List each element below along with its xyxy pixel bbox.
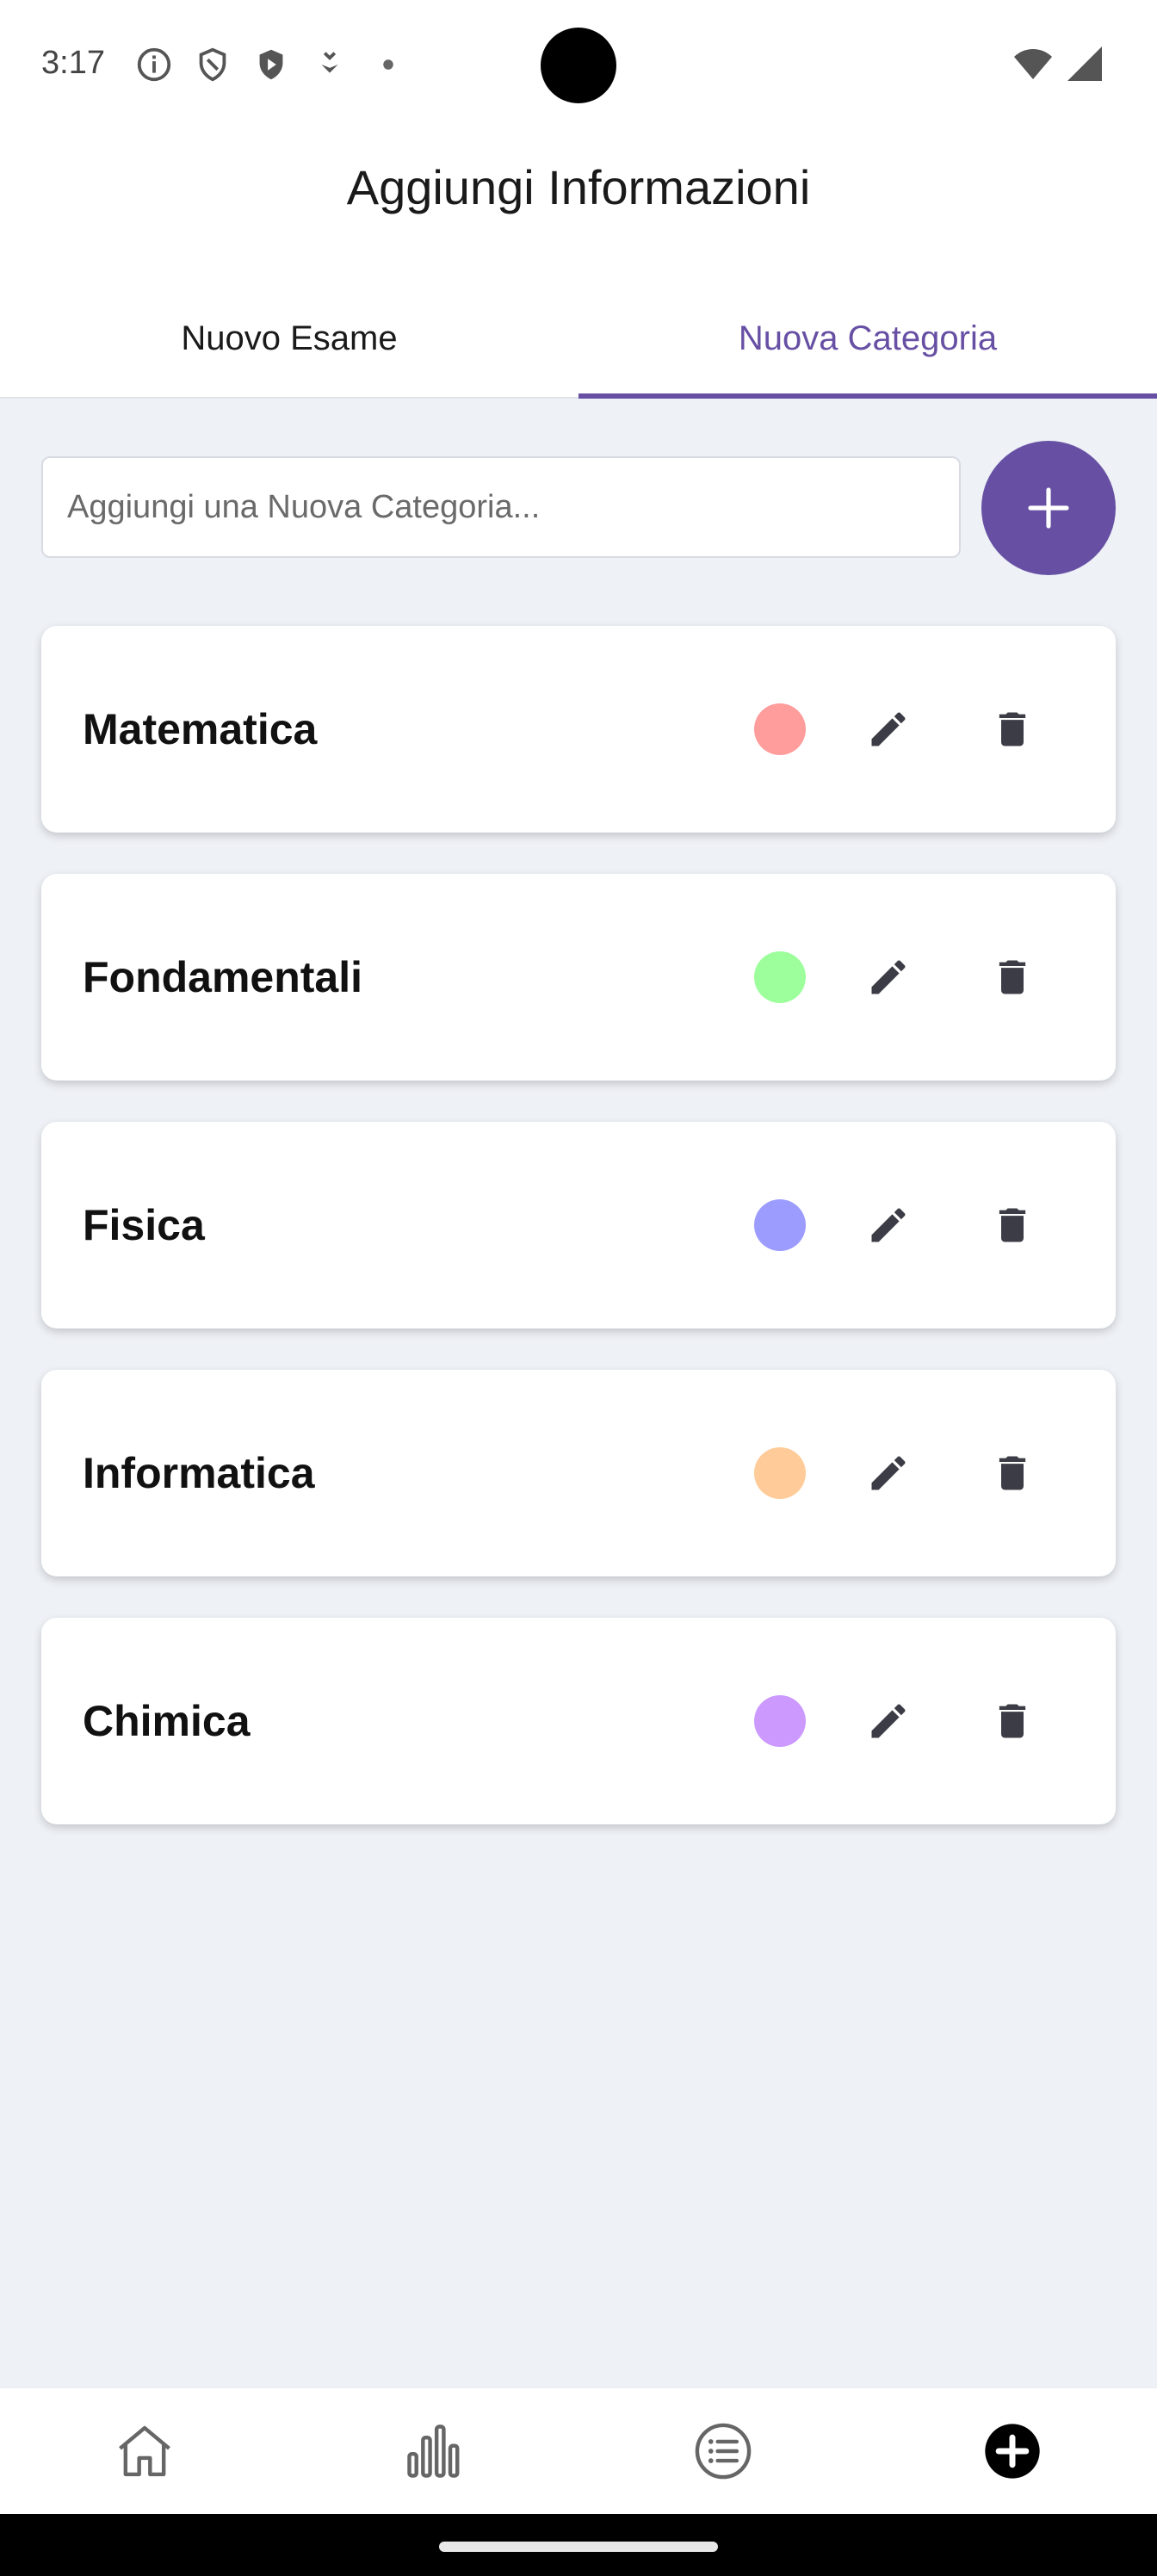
download-icon <box>321 52 338 73</box>
pencil-icon <box>871 960 906 994</box>
trash-icon <box>999 712 1026 746</box>
info-icon <box>137 47 171 82</box>
category-name: Fondamentali <box>83 953 363 1001</box>
trash-icon <box>999 1208 1026 1242</box>
category-card: Chimica <box>41 1618 1116 1824</box>
category-card: Informatica <box>41 1370 1116 1576</box>
tab-nuovo-esame[interactable]: Nuovo Esame <box>0 280 578 397</box>
trash-icon <box>999 1456 1026 1490</box>
status-system-icons <box>1012 43 1105 84</box>
status-bar: 3:17 <box>0 0 1157 129</box>
delete-button[interactable] <box>980 1688 1045 1754</box>
nav-home[interactable] <box>0 2388 289 2514</box>
category-color-swatch[interactable] <box>754 951 806 1003</box>
edit-button[interactable] <box>856 697 921 762</box>
category-color-swatch[interactable] <box>754 1447 806 1499</box>
tab-bar: Nuovo Esame Nuova Categoria <box>0 280 1157 399</box>
pencil-icon <box>871 1208 906 1242</box>
new-category-input[interactable] <box>41 456 961 558</box>
tab-nuova-categoria[interactable]: Nuova Categoria <box>578 280 1157 399</box>
gesture-handle[interactable] <box>439 2542 718 2552</box>
add-circle-icon <box>985 2424 1040 2479</box>
category-color-swatch[interactable] <box>754 1695 806 1747</box>
bottom-navigation <box>0 2387 1157 2514</box>
nav-statistics[interactable] <box>289 2388 578 2514</box>
category-card: Fisica <box>41 1122 1116 1328</box>
add-category-button[interactable] <box>981 441 1116 575</box>
delete-button[interactable] <box>980 1192 1045 1258</box>
shield-icon <box>199 47 226 82</box>
category-color-swatch[interactable] <box>754 703 806 755</box>
status-notification-icons <box>134 45 408 84</box>
delete-button[interactable] <box>980 697 1045 762</box>
category-name: Informatica <box>83 1449 315 1497</box>
page-title: Aggiungi Informazioni <box>346 160 811 214</box>
category-list: Matematica Fondamentali Fisica Informati… <box>41 626 1116 1866</box>
edit-button[interactable] <box>856 1192 921 1258</box>
delete-button[interactable] <box>980 944 1045 1010</box>
category-card: Fondamentali <box>41 874 1116 1081</box>
dot-icon <box>383 59 393 70</box>
camera-cutout <box>541 28 616 103</box>
system-gesture-bar <box>0 2514 1157 2576</box>
wifi-icon <box>1014 49 1052 79</box>
nav-add[interactable] <box>868 2388 1157 2514</box>
list-icon <box>695 2423 752 2480</box>
edit-button[interactable] <box>856 944 921 1010</box>
category-color-swatch[interactable] <box>754 1199 806 1251</box>
play-shield-icon <box>259 49 283 80</box>
edit-button[interactable] <box>856 1688 921 1754</box>
category-name: Fisica <box>83 1201 205 1249</box>
home-icon <box>119 2425 170 2477</box>
app-header: Aggiungi Informazioni <box>0 129 1157 280</box>
category-name: Matematica <box>83 705 318 753</box>
signal-icon <box>1067 46 1102 81</box>
bar-chart-icon <box>407 2424 460 2478</box>
edit-button[interactable] <box>856 1440 921 1506</box>
trash-icon <box>999 1704 1026 1738</box>
delete-button[interactable] <box>980 1440 1045 1506</box>
category-name: Chimica <box>83 1697 251 1745</box>
pencil-icon <box>871 1704 906 1738</box>
nav-list[interactable] <box>578 2388 868 2514</box>
trash-icon <box>999 960 1026 994</box>
pencil-icon <box>871 1456 906 1490</box>
plus-icon <box>1028 487 1069 529</box>
add-category-row <box>41 441 1116 577</box>
status-time: 3:17 <box>41 45 105 81</box>
category-card: Matematica <box>41 626 1116 833</box>
pencil-icon <box>871 712 906 746</box>
